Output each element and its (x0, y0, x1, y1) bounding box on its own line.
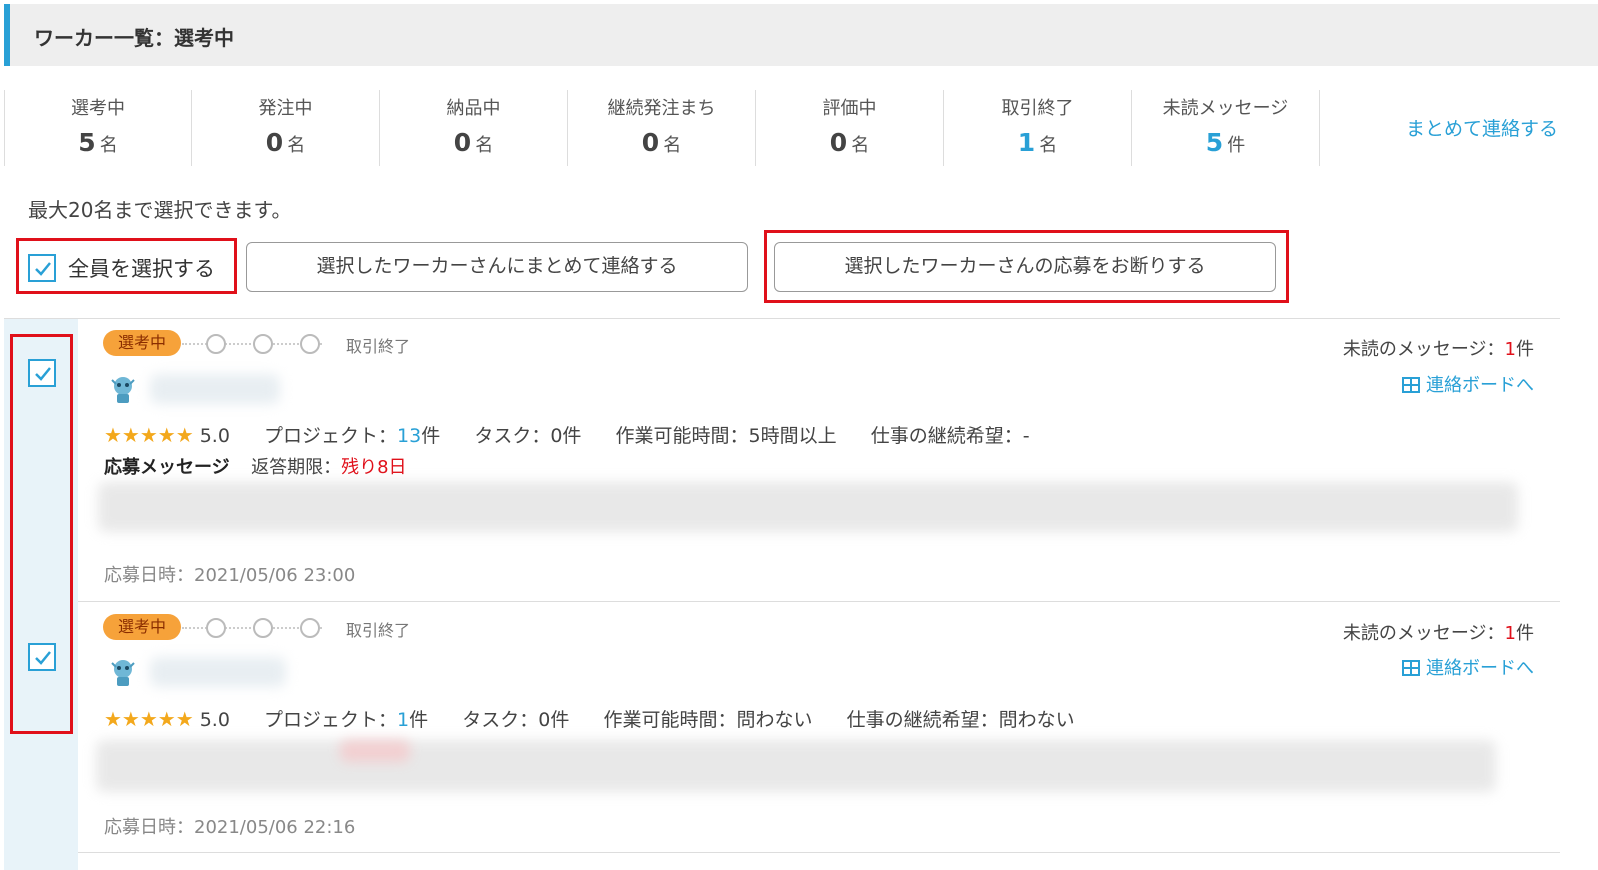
stat-label: 継続発注まち (607, 98, 716, 119)
application-message-redacted (98, 482, 1518, 532)
rating-stars: ★★★★★ (104, 423, 194, 447)
stat-ordering[interactable]: 発注中 0名 (192, 90, 380, 166)
checkmark-icon (35, 262, 51, 276)
stat-unit: 名 (1039, 135, 1058, 156)
stat-label: 取引終了 (1001, 98, 1074, 119)
contact-board-link[interactable]: 連絡ボードへ (1402, 371, 1534, 397)
stat-awaiting-continuation[interactable]: 継続発注まち 0名 (568, 90, 756, 166)
progress-end-label: 取引終了 (346, 621, 411, 640)
stat-count: 0 (453, 128, 472, 157)
progress-step (206, 334, 226, 354)
progress-end-label: 取引終了 (346, 337, 411, 356)
stat-label: 未読メッセージ (1162, 98, 1289, 119)
worker-stats-row: ★★★★★ 5.0 プロジェクト：1件 タスク：0件 作業可能時間：問わない 仕… (104, 707, 1075, 731)
status-badge: 選考中 (103, 330, 181, 356)
rating-value: 5.0 (199, 425, 230, 447)
stat-unit: 名 (851, 135, 870, 156)
stat-unit: 件 (1227, 135, 1246, 156)
row-checkbox-highlight (10, 334, 73, 734)
stat-selecting[interactable]: 選考中 5名 (4, 90, 192, 166)
stat-label: 納品中 (446, 98, 501, 119)
deadline-redacted (340, 740, 410, 762)
unread-message-count: 未読のメッセージ：1件 (1342, 623, 1534, 644)
table-icon (1402, 377, 1420, 393)
worker-stats-row: ★★★★★ 5.0 プロジェクト：13件 タスク：0件 作業可能時間：5時間以上… (104, 423, 1030, 447)
task-count: 0件 (538, 709, 570, 731)
checkmark-icon (35, 651, 51, 665)
list-divider (4, 601, 1560, 602)
applied-datetime: 応募日時：2021/05/06 23:00 (104, 565, 356, 586)
stat-unit: 名 (287, 135, 306, 156)
applied-datetime: 応募日時：2021/05/06 22:16 (104, 817, 356, 838)
stat-count: 0 (265, 128, 284, 157)
contact-all-link[interactable]: まとめて連絡する (1406, 114, 1558, 141)
list-divider (4, 852, 1560, 853)
stat-label: 選考中 (71, 98, 125, 119)
stat-unit: 名 (99, 135, 118, 156)
worker-name-redacted[interactable] (150, 374, 280, 404)
decline-selected-button[interactable]: 選択したワーカーさんの応募をお断りする (774, 242, 1276, 292)
message-title: 応募メッセージ (104, 457, 230, 478)
contact-selected-button[interactable]: 選択したワーカーさんにまとめて連絡する (246, 242, 748, 292)
stat-count: 0 (829, 128, 848, 157)
status-badge: 選考中 (103, 614, 181, 640)
stat-evaluating[interactable]: 評価中 0名 (756, 90, 944, 166)
select-all-checkbox[interactable] (28, 254, 56, 282)
stat-unit: 名 (475, 135, 494, 156)
progress-step (300, 334, 320, 354)
stat-count: 5 (1205, 128, 1224, 157)
contact-board-link[interactable]: 連絡ボードへ (1402, 654, 1534, 680)
checkmark-icon (35, 367, 51, 381)
progress-step (206, 618, 226, 638)
worker-name-redacted[interactable] (150, 657, 286, 687)
unread-message-count: 未読のメッセージ：1件 (1342, 339, 1534, 360)
rating-value: 5.0 (199, 709, 230, 731)
stat-unit: 名 (663, 135, 682, 156)
robot-avatar-icon (111, 377, 135, 403)
list-divider (4, 318, 1560, 319)
worker-checkbox[interactable] (28, 643, 56, 671)
stat-unread-messages[interactable]: 未読メッセージ 5件 (1132, 90, 1320, 166)
reply-deadline: 残り8日 (341, 457, 407, 478)
available-hours: 問わない (736, 709, 813, 731)
select-all-label[interactable]: 全員を選択する (68, 253, 215, 283)
progress-step (300, 618, 320, 638)
stat-count: 0 (641, 128, 660, 157)
worker-checkbox[interactable] (28, 359, 56, 387)
progress-step (253, 618, 273, 638)
stat-count: 5 (78, 128, 96, 157)
stat-label: 評価中 (822, 98, 877, 119)
stat-delivering[interactable]: 納品中 0名 (380, 90, 568, 166)
table-icon (1402, 660, 1420, 676)
stat-label: 発注中 (258, 98, 313, 119)
available-hours: 5時間以上 (748, 425, 837, 447)
progress-step (253, 334, 273, 354)
project-count[interactable]: 1 (397, 709, 409, 731)
page-header: ワーカー一覧：選考中 (4, 4, 1598, 66)
stat-count: 1 (1017, 128, 1036, 157)
rating-stars: ★★★★★ (104, 707, 194, 731)
robot-avatar-icon (111, 660, 135, 686)
task-count: 0件 (550, 425, 582, 447)
continuation-preference: 問わない (998, 709, 1075, 731)
status-summary: 選考中 5名 発注中 0名 納品中 0名 継続発注まち 0名 評価中 0名 取引… (4, 90, 1598, 166)
project-count[interactable]: 13 (397, 425, 421, 447)
page-title: ワーカー一覧：選考中 (34, 26, 234, 50)
stat-finished[interactable]: 取引終了 1名 (944, 90, 1132, 166)
selection-note: 最大20名まで選択できます。 (28, 198, 292, 222)
application-message-header: 応募メッセージ 返答期限：残り8日 (104, 457, 407, 478)
continuation-preference: - (1022, 425, 1030, 447)
application-message-redacted (96, 740, 1496, 792)
